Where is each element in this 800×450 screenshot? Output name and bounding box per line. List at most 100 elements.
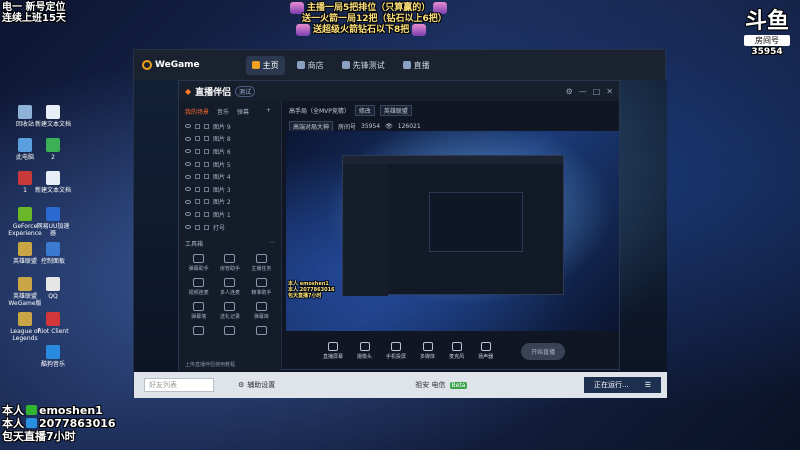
stream-info: 高手局（全MVP竞猜） 修改 英雄联盟 高端对局大神 房间号 35954 👁 1… [283,101,621,133]
lock-icon[interactable] [195,174,200,180]
checkbox[interactable] [204,136,209,142]
checkbox[interactable] [204,123,209,129]
avatar-icon [412,24,427,36]
camera-icon [359,342,370,351]
toolbox-item[interactable]: 主播任务 [246,254,277,272]
toolbox-title: 工具箱 [185,241,204,249]
overlay-contact-line: 包天直播7小时 [2,430,116,443]
running-status[interactable]: 正在运行... ☰ [584,377,661,393]
tab-pioneer[interactable]: 先锋测试 [336,56,391,75]
phone-cast-button[interactable]: 手机投屏 [386,342,406,360]
toolbox-item[interactable]: 弹幕库 [246,302,277,320]
settings-icon[interactable]: ⚙ [566,87,573,96]
lock-icon[interactable] [195,161,200,167]
desktop-icon[interactable]: 新建文本文档 [34,105,72,128]
toolbox-item[interactable]: 房管助手 [214,254,245,272]
lock-icon[interactable] [195,199,200,205]
checkbox[interactable] [204,148,209,154]
tab-danmu[interactable]: 弹幕 [237,107,249,116]
desktop-icon-glyph [46,312,60,326]
layer-item[interactable]: 图片 1 [179,208,281,221]
layer-item[interactable]: 图片 3 [179,183,281,196]
desktop-icon[interactable]: Riot Client [34,312,72,335]
avatar-icon [296,24,310,36]
checkbox[interactable] [204,174,209,180]
minimize-icon[interactable]: — [579,87,587,96]
eye-icon[interactable] [185,174,191,179]
lock-icon[interactable] [195,148,200,154]
aux-settings-label: 辅助设置 [247,381,276,389]
edit-title-button[interactable]: 修改 [354,105,375,116]
eye-icon[interactable] [185,162,191,167]
toolbox-item[interactable]: 弹幕墙 [183,302,214,320]
eye-icon[interactable] [185,199,191,204]
maximize-icon[interactable]: □ [593,87,601,96]
qq-icon [26,418,37,428]
checkbox[interactable] [204,199,209,205]
desktop-icon[interactable]: 新建文本文档 [34,171,72,194]
toolbox-item[interactable]: 多人连麦 [214,278,245,296]
speaker-button[interactable]: 扬声器 [478,342,493,360]
eye-icon[interactable] [185,149,191,154]
eye-icon[interactable] [185,212,191,217]
toolbox-item[interactable]: 精准助手 [246,278,277,296]
toolbox-header: 工具箱 ⋯ [179,233,281,250]
microphone-button[interactable]: 麦克风 [449,342,464,360]
toolbox-item[interactable]: 视频连麦 [183,278,214,296]
category-select[interactable]: 英雄联盟 [379,105,412,116]
layer-item[interactable]: 图片 9 [179,120,281,133]
desktop-icon[interactable]: 网易UU加速器 [34,207,72,237]
layer-item[interactable]: 图片 6 [179,145,281,158]
toolbox-item[interactable]: 弹幕助手 [183,254,214,272]
lock-icon[interactable] [195,224,200,230]
lock-icon[interactable] [195,186,200,192]
region-selector[interactable]: 祖安 电信 Beta [415,380,468,390]
tab-label: 主页 [262,60,279,70]
desktop-icon-label: QQ [48,293,58,300]
desktop-icon[interactable]: 控制面板 [34,242,72,265]
checkbox[interactable] [204,224,209,230]
checkbox[interactable] [204,161,209,167]
tab-store[interactable]: 商店 [291,56,330,75]
desktop-icon[interactable]: 2 [34,138,72,161]
camera-button[interactable]: 摄像头 [357,342,372,360]
eye-icon[interactable] [185,124,191,129]
layer-item[interactable]: 图片 8 [179,133,281,146]
friend-search-input[interactable]: 好友列表 [144,378,214,392]
douyu-logo: 斗鱼 [744,9,789,34]
toolbox-item[interactable] [246,326,277,337]
layer-item[interactable]: 图片 5 [179,158,281,171]
screen-capture-button[interactable]: 直播屏幕 [323,342,343,360]
toolbox-item[interactable]: 送礼记录 [214,302,245,320]
tab-home[interactable]: 主页 [245,55,285,75]
layer-item[interactable]: 图片 2 [179,196,281,209]
eye-icon[interactable] [185,136,191,141]
lock-icon[interactable] [195,136,200,142]
eye-icon[interactable] [185,225,191,230]
more-icon[interactable]: ⋯ [269,239,275,248]
tab-my-scene[interactable]: 我的场景 [185,107,209,116]
start-live-button[interactable]: 开始直播 [521,342,566,360]
tab-live[interactable]: 直播 [397,56,436,75]
toolbox-item[interactable] [183,326,214,337]
layer-item[interactable]: 图片 4 [179,170,281,183]
aux-settings[interactable]: ⚙ 辅助设置 [238,380,275,390]
add-icon[interactable]: + [266,107,271,116]
desktop-icon[interactable]: QQ [34,277,72,300]
lock-icon[interactable] [195,123,200,129]
contact-value: emoshen1 [39,404,103,417]
desktop-icon-label: 酷狗音乐 [40,361,65,368]
tutorial-link[interactable]: 上传直播伴侣使用教程 [179,359,282,371]
close-icon[interactable]: ✕ [606,87,613,96]
toolbox-item[interactable] [214,326,245,337]
tab-music[interactable]: 音乐 [217,107,229,116]
layer-item[interactable]: 打号 [179,221,281,234]
checkbox[interactable] [204,211,209,217]
contact-value: 2077863016 [39,417,116,430]
eye-icon[interactable] [185,187,191,192]
stream-preview[interactable]: 本人 emoshen1 本人 2077863016 包天直播7小时 [286,131,619,331]
media-button[interactable]: 多媒体 [420,342,435,360]
lock-icon[interactable] [195,211,200,217]
checkbox[interactable] [204,186,209,192]
desktop-icon[interactable]: 酷狗音乐 [34,345,72,368]
